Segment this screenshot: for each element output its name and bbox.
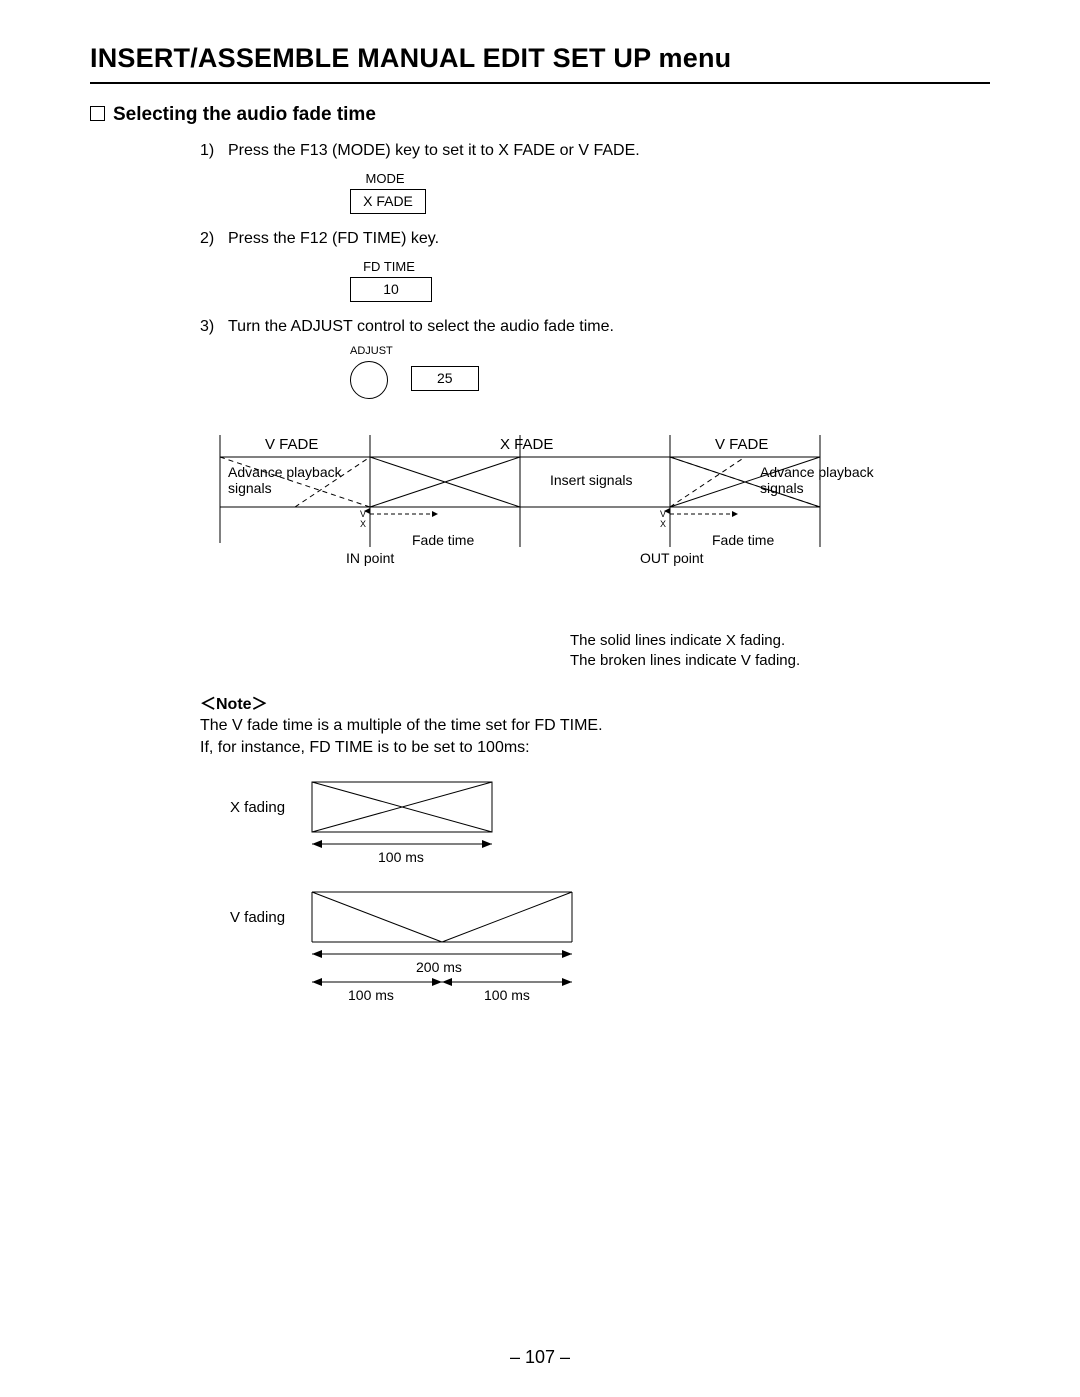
diagram-advance-left-1: Advance playback <box>228 464 343 480</box>
note-heading: ＜Note＞ <box>200 694 990 716</box>
note-line1: The V fade time is a multiple of the tim… <box>200 715 990 737</box>
mini-x-label: X fading <box>230 799 285 816</box>
mini-v-100a: 100 ms <box>348 987 394 1003</box>
fdtime-indicator-label: FD TIME <box>350 258 428 276</box>
fdtime-indicator-value: 10 <box>350 277 432 302</box>
diagram-out-point: OUT point <box>640 550 704 566</box>
step-3: 3)Turn the ADJUST control to select the … <box>200 316 990 338</box>
diagram-x-small-in: X <box>360 519 366 529</box>
diagram-in-point: IN point <box>346 550 394 566</box>
diagram-vfade-right: V FADE <box>715 436 768 453</box>
fade-diagram: V FADE X FADE V FADE Advance playback si… <box>200 435 990 612</box>
mini-x-100: 100 ms <box>378 849 424 865</box>
legend-broken: The broken lines indicate V fading. <box>570 651 990 671</box>
fdtime-indicator: FD TIME 10 <box>350 258 428 302</box>
step-number: 3) <box>200 316 228 338</box>
mini-v-200: 200 ms <box>416 959 462 975</box>
diagram-x-small-out: X <box>660 519 666 529</box>
step-text: Turn the ADJUST control to select the au… <box>228 318 614 335</box>
diagram-advance-left-2: signals <box>228 480 272 496</box>
mode-indicator-label: MODE <box>350 170 420 188</box>
diagram-legend: The solid lines indicate X fading. The b… <box>570 631 990 672</box>
note-line2: If, for instance, FD TIME is to be set t… <box>200 737 990 759</box>
adjust-knob-icon <box>350 361 388 399</box>
diagram-vfade-left: V FADE <box>265 436 318 453</box>
adjust-indicator-label: ADJUST <box>350 344 393 359</box>
step-text: Press the F12 (FD TIME) key. <box>228 230 439 247</box>
section-heading: Selecting the audio fade time <box>90 102 990 128</box>
diagram-advance-right-1: Advance playback <box>760 464 875 480</box>
step-number: 2) <box>200 228 228 250</box>
bullet-icon <box>90 106 105 121</box>
section-heading-text: Selecting the audio fade time <box>113 104 376 125</box>
adjust-indicator: ADJUST 25 <box>350 344 990 399</box>
steps-list: 1)Press the F13 (MODE) key to set it to … <box>200 140 990 399</box>
diagram-xfade: X FADE <box>500 436 553 453</box>
mini-v-label: V fading <box>230 909 285 926</box>
legend-solid: The solid lines indicate X fading. <box>570 631 990 651</box>
note-body: The V fade time is a multiple of the tim… <box>200 715 990 758</box>
diagram-advance-right-2: signals <box>760 480 804 496</box>
adjust-indicator-value: 25 <box>411 366 479 391</box>
diagram-insert: Insert signals <box>550 472 632 488</box>
page-number: – 107 – <box>0 1345 1080 1369</box>
mini-v-100b: 100 ms <box>484 987 530 1003</box>
mini-fade-diagram: X fading 100 ms V fading 200 ms <box>230 776 990 1013</box>
step-2: 2)Press the F12 (FD TIME) key. <box>200 228 990 250</box>
step-1: 1)Press the F13 (MODE) key to set it to … <box>200 140 990 162</box>
diagram-fadetime-out: Fade time <box>712 532 774 548</box>
mode-indicator: MODE X FADE <box>350 170 420 214</box>
step-text: Press the F13 (MODE) key to set it to X … <box>228 142 640 159</box>
mode-indicator-value: X FADE <box>350 189 426 214</box>
step-number: 1) <box>200 140 228 162</box>
diagram-fadetime-in: Fade time <box>412 532 474 548</box>
page-title: INSERT/ASSEMBLE MANUAL EDIT SET UP menu <box>90 40 990 84</box>
